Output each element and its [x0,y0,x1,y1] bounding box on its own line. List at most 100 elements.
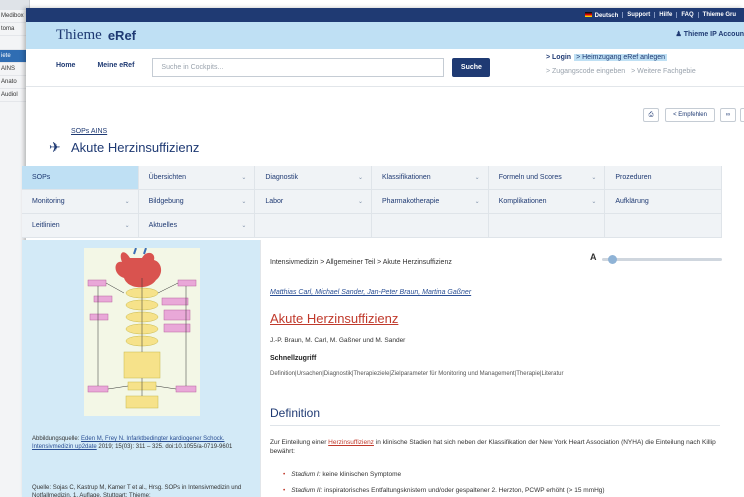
category-label: Formeln und Scores [498,174,562,181]
chevron-down-icon: ⌄ [591,199,597,205]
list-item: • Stadium II: inspiratorisches Entfaltung… [283,487,605,494]
search-input[interactable]: Suche in Cockpits... [152,58,445,77]
background-item[interactable] [0,36,29,50]
language-link[interactable]: Deutsch [581,11,623,19]
category-empty [372,214,489,237]
chevron-down-icon: ⌄ [124,199,130,205]
category-empty [605,214,723,237]
more-subjects-link[interactable]: > Weitere Fachgebie [631,68,696,75]
search-button[interactable]: Suche [452,58,491,77]
share-button[interactable]: < Empfehlen [665,108,715,122]
support-link[interactable]: Support [622,12,654,18]
category-label: Übersichten [148,174,187,181]
source-link[interactable]: Sojas C, Kastrup M, Kamer T [53,485,131,491]
quick-access-heading: Schnellzugriff [270,355,317,362]
category-label: Monitoring [32,198,65,205]
quick-access-links[interactable]: Definition|Ursachen|Diagnostik|Therapiez… [270,371,564,377]
figure-source: Quelle: Sojas C, Kastrup M, Kamer T et a… [32,484,254,497]
help-link[interactable]: Hilfe [654,12,676,18]
chevron-down-icon: ⌄ [241,175,247,181]
list-item-text: keine klinischen Symptome [320,471,402,478]
category-aktuelles[interactable]: Aktuelles ⌄ [138,214,256,237]
category-übersichten[interactable]: Übersichten ⌄ [138,166,256,189]
category-bildgebung[interactable]: Bildgebung ⌄ [138,190,256,213]
thieme-group-link[interactable]: Thieme Gru [697,12,740,18]
category-empty [255,214,373,237]
thieme-logo[interactable]: Thieme [56,27,102,44]
link-icon[interactable]: ∞ [720,108,736,122]
list-item-text: inspiratorisches Entfaltungsknistern und… [322,487,605,494]
category-label: SOPs [32,174,51,181]
category-komplikationen[interactable]: Komplikationen ⌄ [488,190,606,213]
chevron-down-icon: ⌄ [124,223,130,229]
login-link[interactable]: > Login [546,54,571,61]
bullet-icon: • [283,471,286,478]
language-label: Deutsch [594,12,619,19]
figure-panel: Abbildungsquelle: Eden M, Frey N. Infark… [22,240,260,497]
eref-logo[interactable]: eRef [108,28,136,43]
category-row: Monitoring ⌄ Bildgebung ⌄ Labor ⌄ Pharmakother… [22,190,723,214]
screen: Medibox toma iete AINS Anato Audiol Deut… [0,0,744,497]
home-access-link[interactable]: > Heimzugang eRef anlegen [574,54,668,61]
background-item[interactable]: Anato [0,76,29,89]
login-box: > Login > Heimzugang eRef anlegen > Zugan… [546,54,696,75]
chevron-down-icon: ⌄ [591,175,597,181]
category-label: Pharmakotherapie [382,198,440,205]
category-menu: SOPs Übersichten ⌄ Diagnostik ⌄ Klassifikatio… [22,166,723,238]
nav-my-eref[interactable]: Meine eRef [97,62,134,69]
category-klassifikationen[interactable]: Klassifikationen ⌄ [372,166,489,189]
flowchart-figure[interactable] [84,248,200,416]
category-label: Prozeduren [615,174,652,181]
category-leitlinien[interactable]: Leitlinien ⌄ [22,214,139,237]
more-tool-icon[interactable] [740,108,744,122]
access-code-link[interactable]: > Zugangscode eingeben [546,68,625,75]
author-list[interactable]: Matthias Carl, Michael Sander, Jan-Peter… [270,289,471,296]
category-diagnostik[interactable]: Diagnostik ⌄ [255,166,373,189]
category-sops[interactable]: SOPs [22,166,139,189]
chevron-down-icon: ⌄ [357,199,364,205]
category-row: Leitlinien ⌄ Aktuelles ⌄ [22,214,723,238]
category-label: Aktuelles [148,222,178,229]
font-size-slider[interactable] [602,258,722,261]
chevron-down-icon: ⌄ [474,199,480,205]
content-breadcrumb[interactable]: Intensivmedizin > Allgemeiner Teil > Aku… [270,259,452,266]
definition-heading: Definition [270,406,321,420]
category-label: Bildgebung [148,198,184,205]
category-label: Diagnostik [265,174,299,181]
category-labor[interactable]: Labor ⌄ [255,190,373,213]
category-label: Labor [265,198,284,205]
chevron-down-icon: ⌄ [241,223,247,229]
caption-prefix: Abbildungsquelle: [32,436,82,442]
background-item[interactable]: Medibox [0,10,29,23]
background-item-selected[interactable]: iete [0,50,29,63]
herzinsuffizienz-link[interactable]: Herzinsuffizienz [328,439,374,446]
page-title: Akute Herzinsuffizienz [71,140,200,155]
category-monitoring[interactable]: Monitoring ⌄ [22,190,139,213]
background-item[interactable]: AINS [0,63,29,76]
font-size-slider-handle[interactable] [607,255,617,264]
background-item[interactable]: toma [0,23,29,36]
tool-row: ⎙ < Empfehlen ∞ [26,87,744,127]
definition-text-pre: Zur Einteilung einer [270,439,329,446]
print-icon[interactable]: ⎙ [643,108,659,122]
nav-home[interactable]: Home [56,62,75,69]
list-item-term: Stadium II: [291,487,323,494]
category-label: Klassifikationen [382,174,431,181]
definition-text: Zur Einteilung einer Herzinsuffizienz in… [270,438,722,456]
source-prefix: Quelle: [32,485,53,491]
list-item-term: Stadium I: [291,471,321,478]
category-label: Aufklärung [615,198,649,205]
category-pharmakotherapie[interactable]: Pharmakotherapie ⌄ [372,190,489,213]
account-link[interactable]: ♟ Thieme IP Accoun [675,30,744,38]
category-aufklärung[interactable]: Aufklärung [605,190,723,213]
faq-link[interactable]: FAQ [676,12,697,18]
brand-bar: Thieme eRef ♟ Thieme IP Accoun [26,22,744,49]
category-formeln-und-scores[interactable]: Formeln und Scores ⌄ [488,166,606,189]
category-prozeduren[interactable]: Prozeduren [605,166,723,189]
background-item[interactable]: Audiol [0,89,29,102]
category-label: Leitlinien [32,222,60,229]
chevron-down-icon: ⌄ [241,199,247,205]
list-item: • Stadium I: keine klinischen Symptome [283,471,401,478]
chevron-down-icon: ⌄ [474,175,480,181]
breadcrumb[interactable]: SOPs AINS [71,128,107,135]
